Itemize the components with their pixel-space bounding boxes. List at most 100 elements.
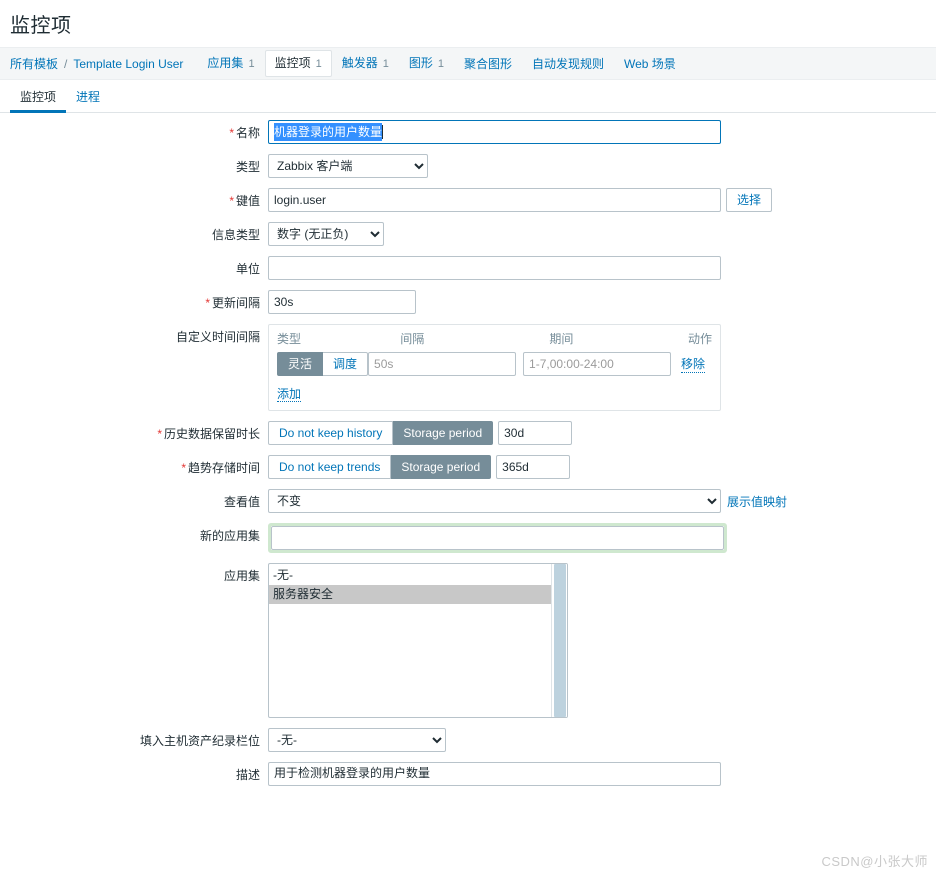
type-label: 类型 [0, 154, 268, 175]
field-row-key: *键值 选择 [0, 188, 936, 212]
breadcrumb-all-templates[interactable]: 所有模板 [10, 55, 58, 72]
type-label-text: 类型 [235, 160, 260, 174]
breadcrumb-tabs: 应用集 1 监控项 1 触发器 1 图形 1 聚合图形 自动发现规则 Web 场… [197, 47, 685, 80]
applications-listbox[interactable]: -无- 服务器安全 [268, 563, 568, 718]
new-application-label-text: 新的应用集 [199, 529, 260, 543]
tab-label: 进程 [76, 89, 101, 104]
applications-label-text: 应用集 [223, 569, 260, 583]
key-select-button[interactable]: 选择 [726, 188, 773, 212]
history-do-not-keep-button[interactable]: Do not keep history [268, 421, 394, 445]
interval-mode-flexible[interactable]: 灵活 [277, 352, 324, 376]
name-input[interactable]: 机器登录的用户数量 [268, 120, 721, 144]
trends-storage-period-button[interactable]: Storage period [391, 455, 492, 479]
show-value-mappings-link[interactable]: 展示值映射 [727, 489, 787, 510]
info-type-select[interactable]: 数字 (无正负) [268, 222, 384, 246]
inventory-select[interactable]: -无- [268, 728, 446, 752]
required-marker: * [205, 296, 210, 310]
breadcrumb-tab-items[interactable]: 监控项 1 [264, 50, 332, 77]
interval-mode-scheduling[interactable]: 调度 [323, 352, 369, 376]
required-marker: * [157, 427, 162, 441]
breadcrumb-tab-label: 聚合图形 [463, 56, 512, 71]
breadcrumb-tab-count: 1 [437, 58, 444, 70]
update-interval-input[interactable] [268, 290, 416, 314]
applications-option-server-security[interactable]: 服务器安全 [269, 585, 567, 604]
field-row-update-interval: * 更新间隔 [0, 290, 936, 314]
breadcrumb-tab-label: 图形 [408, 56, 433, 70]
custom-intervals-label: 自定义时间间隔 [0, 324, 268, 345]
description-textarea[interactable] [268, 762, 721, 786]
history-period-input[interactable] [498, 421, 573, 445]
breadcrumb-template-name[interactable]: Template Login User [73, 57, 183, 71]
text-caret [382, 125, 384, 139]
update-interval-label-text: 更新间隔 [211, 296, 260, 310]
applications-option-none[interactable]: -无- [269, 566, 567, 585]
breadcrumb-tab-discovery-rules[interactable]: 自动发现规则 [522, 51, 614, 77]
header-type: 类型 [277, 332, 302, 346]
trends-label: * 趋势存储时间 [0, 455, 268, 476]
name-input-value: 机器登录的用户数量 [274, 123, 383, 141]
custom-intervals-add-wrap: 添加 [277, 376, 712, 402]
units-label-text: 单位 [235, 262, 260, 276]
field-row-units: 单位 [0, 256, 936, 280]
breadcrumb-tab-label: 应用集 [207, 56, 244, 70]
update-interval-label: * 更新间隔 [0, 290, 268, 311]
interval-add-link[interactable]: 添加 [277, 387, 302, 402]
form-tabs: 监控项 进程 [0, 80, 936, 113]
item-form: * 名称 机器登录的用户数量 类型 Zabbix 客户端 * 键值 login.… [0, 120, 936, 796]
custom-intervals-label-text: 自定义时间间隔 [175, 330, 260, 344]
field-row-description: 描述 [0, 762, 936, 786]
units-label: 单位 [0, 256, 268, 277]
description-label-text: 描述 [235, 768, 260, 782]
breadcrumb-tab-screens[interactable]: 聚合图形 [454, 51, 522, 77]
breadcrumb-tab-graphs[interactable]: 图形 1 [399, 50, 454, 77]
value-map-label-text: 查看值 [223, 495, 260, 509]
breadcrumb-separator: / [64, 56, 68, 71]
units-input[interactable] [268, 256, 721, 280]
key-input[interactable] [268, 188, 721, 212]
history-label-text: 历史数据保留时长 [163, 427, 260, 441]
breadcrumb-tab-count: 1 [382, 58, 389, 70]
breadcrumb-tab-web-scenarios[interactable]: Web 场景 [614, 51, 686, 77]
trends-period-input[interactable] [496, 455, 571, 479]
trends-do-not-keep-button[interactable]: Do not keep trends [268, 455, 392, 479]
breadcrumb-tab-triggers[interactable]: 触发器 1 [332, 50, 399, 77]
interval-period-input[interactable] [523, 352, 672, 376]
field-row-info-type: 信息类型 数字 (无正负) [0, 222, 936, 246]
name-label-text: 名称 [235, 126, 260, 140]
inventory-label-text: 填入主机资产纪录栏位 [139, 734, 260, 748]
tab-item[interactable]: 监控项 [10, 80, 67, 113]
key-label: * 键值 [0, 188, 268, 209]
tab-label: 监控项 [20, 89, 57, 104]
applications-scrollbar[interactable] [551, 564, 567, 717]
interval-delay-input[interactable] [368, 352, 517, 376]
tab-preprocessing[interactable]: 进程 [66, 80, 110, 112]
field-row-name: * 名称 机器登录的用户数量 [0, 120, 936, 144]
interval-remove-link[interactable]: 移除 [681, 355, 706, 373]
breadcrumb-tab-label: 触发器 [341, 56, 378, 70]
history-mode-toggle: Do not keep history Storage period [268, 421, 494, 445]
breadcrumb-tab-count: 1 [315, 58, 322, 70]
header-interval: 间隔 [400, 332, 425, 346]
key-label-text: 键值 [235, 194, 260, 208]
custom-intervals-row: 灵活 调度 移除 [277, 352, 712, 376]
history-storage-period-button[interactable]: Storage period [393, 421, 494, 445]
applications-scrollbar-thumb[interactable] [554, 564, 566, 717]
new-application-label: 新的应用集 [0, 523, 268, 544]
new-application-input[interactable] [271, 526, 724, 550]
custom-intervals-table: 类型 间隔 期间 动作 灵活 调度 移除 [268, 324, 721, 411]
value-map-label: 查看值 [0, 489, 268, 510]
type-select[interactable]: Zabbix 客户端 [268, 154, 428, 178]
field-row-custom-intervals: 自定义时间间隔 类型 间隔 期间 动作 灵活 调度 50s 1-7,00:00-… [0, 324, 936, 411]
field-row-inventory: 填入主机资产纪录栏位 -无- [0, 728, 936, 752]
breadcrumb-tab-label: 监控项 [274, 56, 311, 70]
page-title: 监控项 [10, 15, 72, 37]
breadcrumb-tab-label: Web 场景 [624, 56, 676, 71]
item-configuration-page: 监控项 所有模板 / Template Login User 应用集 1 监控项… [0, 0, 936, 886]
trends-label-text: 趋势存储时间 [187, 461, 260, 475]
breadcrumb-tab-applications[interactable]: 应用集 1 [197, 50, 264, 77]
required-marker: * [181, 461, 186, 475]
field-row-new-application: 新的应用集 [0, 523, 936, 553]
value-map-select[interactable]: 不变 [268, 489, 721, 513]
header-period: 期间 [549, 332, 574, 346]
breadcrumb: 所有模板 / Template Login User 应用集 1 监控项 1 触… [0, 47, 936, 80]
